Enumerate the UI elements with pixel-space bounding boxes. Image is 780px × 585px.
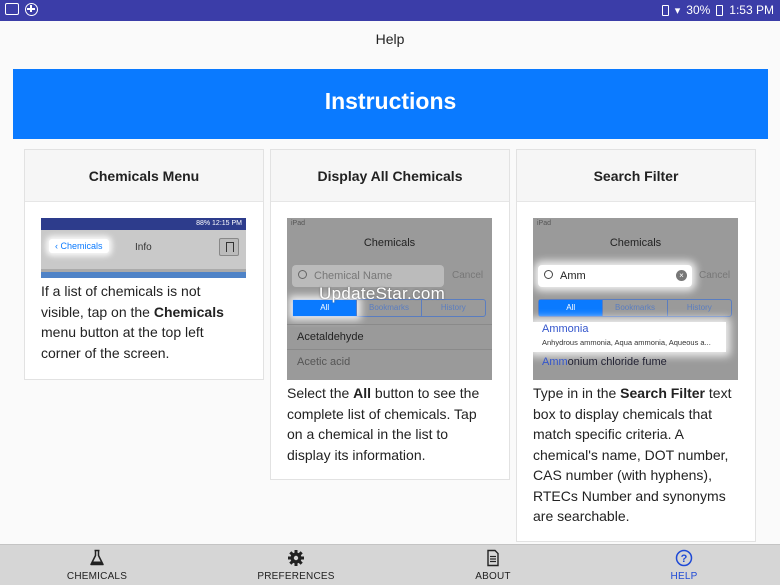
card-title: Search Filter [517, 150, 755, 202]
search-filter-screenshot: iPad Chemicals Amm × Cancel All Bookmarks… [533, 218, 738, 380]
notification-icons [5, 3, 38, 16]
add-notification-icon [25, 3, 38, 16]
tab-preferences[interactable]: PREFERENCES [246, 545, 346, 585]
watermark: UpdateStar.com [319, 284, 446, 303]
thumb-search-result: Ammonia Anhydrous ammonia, Aqua ammonia,… [533, 322, 726, 352]
thumb-screen-title: Chemicals [363, 237, 416, 249]
tab-chemicals[interactable]: CHEMICALS [52, 545, 142, 585]
search-icon [298, 270, 307, 279]
result-synonyms: Anhydrous ammonia, Aqua ammonia, Aqueous… [542, 338, 711, 347]
thumb-device-label: iPad [537, 220, 552, 227]
battery-icon [716, 4, 724, 16]
bookmark-icon [219, 238, 239, 256]
thumb-status-text: 88% 12:15 PM [41, 218, 246, 230]
battery-saver-icon [661, 4, 669, 16]
card-description: Type in in the Search Filter text box to… [533, 385, 732, 524]
image-notification-icon [5, 3, 19, 15]
document-icon [484, 549, 502, 567]
status-bar: ▾ 30% 1:53 PM [0, 0, 780, 21]
segment-bookmarks: Bookmarks [603, 300, 668, 316]
flask-icon [88, 549, 106, 567]
wifi-icon: ▾ [674, 4, 681, 17]
thumb-search-field: Amm × [538, 265, 692, 287]
page-title: Help [0, 21, 780, 57]
card-search-filter: Search Filter iPad Chemicals Amm × Cancel… [516, 149, 756, 542]
bottom-tab-bar: CHEMICALS PREFERENCES ABOUT ? HELP [0, 544, 780, 585]
segment-history: History [686, 303, 712, 312]
display-all-screenshot: iPad Chemicals Chemical Name Cancel All … [287, 218, 492, 380]
segment-all: All [539, 300, 604, 316]
card-title: Chemicals Menu [25, 150, 263, 202]
tab-label: PREFERENCES [257, 571, 335, 582]
thumb-list-item: Acetic acid [287, 349, 492, 373]
thumb-cancel: Cancel [452, 270, 484, 281]
tab-help[interactable]: ? HELP [654, 545, 714, 585]
question-circle-icon: ? [675, 549, 693, 567]
thumb-back-button: ‹ Chemicals [49, 239, 109, 253]
clock: 1:53 PM [729, 3, 774, 17]
tab-label: CHEMICALS [66, 571, 128, 582]
card-description: If a list of chemicals is not visible, t… [41, 283, 224, 361]
instructions-banner: Instructions [13, 69, 768, 139]
thumb-search-result: Ammonium chloride fume [542, 356, 667, 368]
gear-icon [287, 549, 305, 567]
card-chemicals-menu: Chemicals Menu 88% 12:15 PM ‹ Chemicals … [24, 149, 264, 380]
thumb-list-item: Acetaldehyde [287, 324, 492, 348]
status-right: ▾ 30% 1:53 PM [661, 3, 774, 17]
card-title: Display All Chemicals [271, 150, 509, 202]
battery-percent: 30% [686, 3, 711, 17]
tab-label: HELP [670, 571, 698, 582]
thumb-screen-title: Info [135, 242, 152, 253]
result-name: Ammonia [542, 323, 589, 335]
thumb-device-label: iPad [291, 220, 306, 227]
thumb-segmented-control: All Bookmarks History [538, 299, 732, 317]
thumb-cancel: Cancel [699, 270, 731, 281]
tab-about[interactable]: ABOUT [458, 545, 528, 585]
card-display-all: Display All Chemicals iPad Chemicals Che… [270, 149, 510, 480]
thumb-back-label: Chemicals [60, 241, 103, 251]
thumb-screen-title: Chemicals [609, 237, 662, 249]
clear-icon: × [676, 270, 687, 281]
search-icon [544, 270, 553, 279]
card-description: Select the All button to see the complet… [287, 385, 480, 463]
chemicals-menu-screenshot: 88% 12:15 PM ‹ Chemicals Info [41, 218, 246, 278]
svg-text:?: ? [681, 553, 688, 565]
tab-label: ABOUT [475, 571, 511, 582]
